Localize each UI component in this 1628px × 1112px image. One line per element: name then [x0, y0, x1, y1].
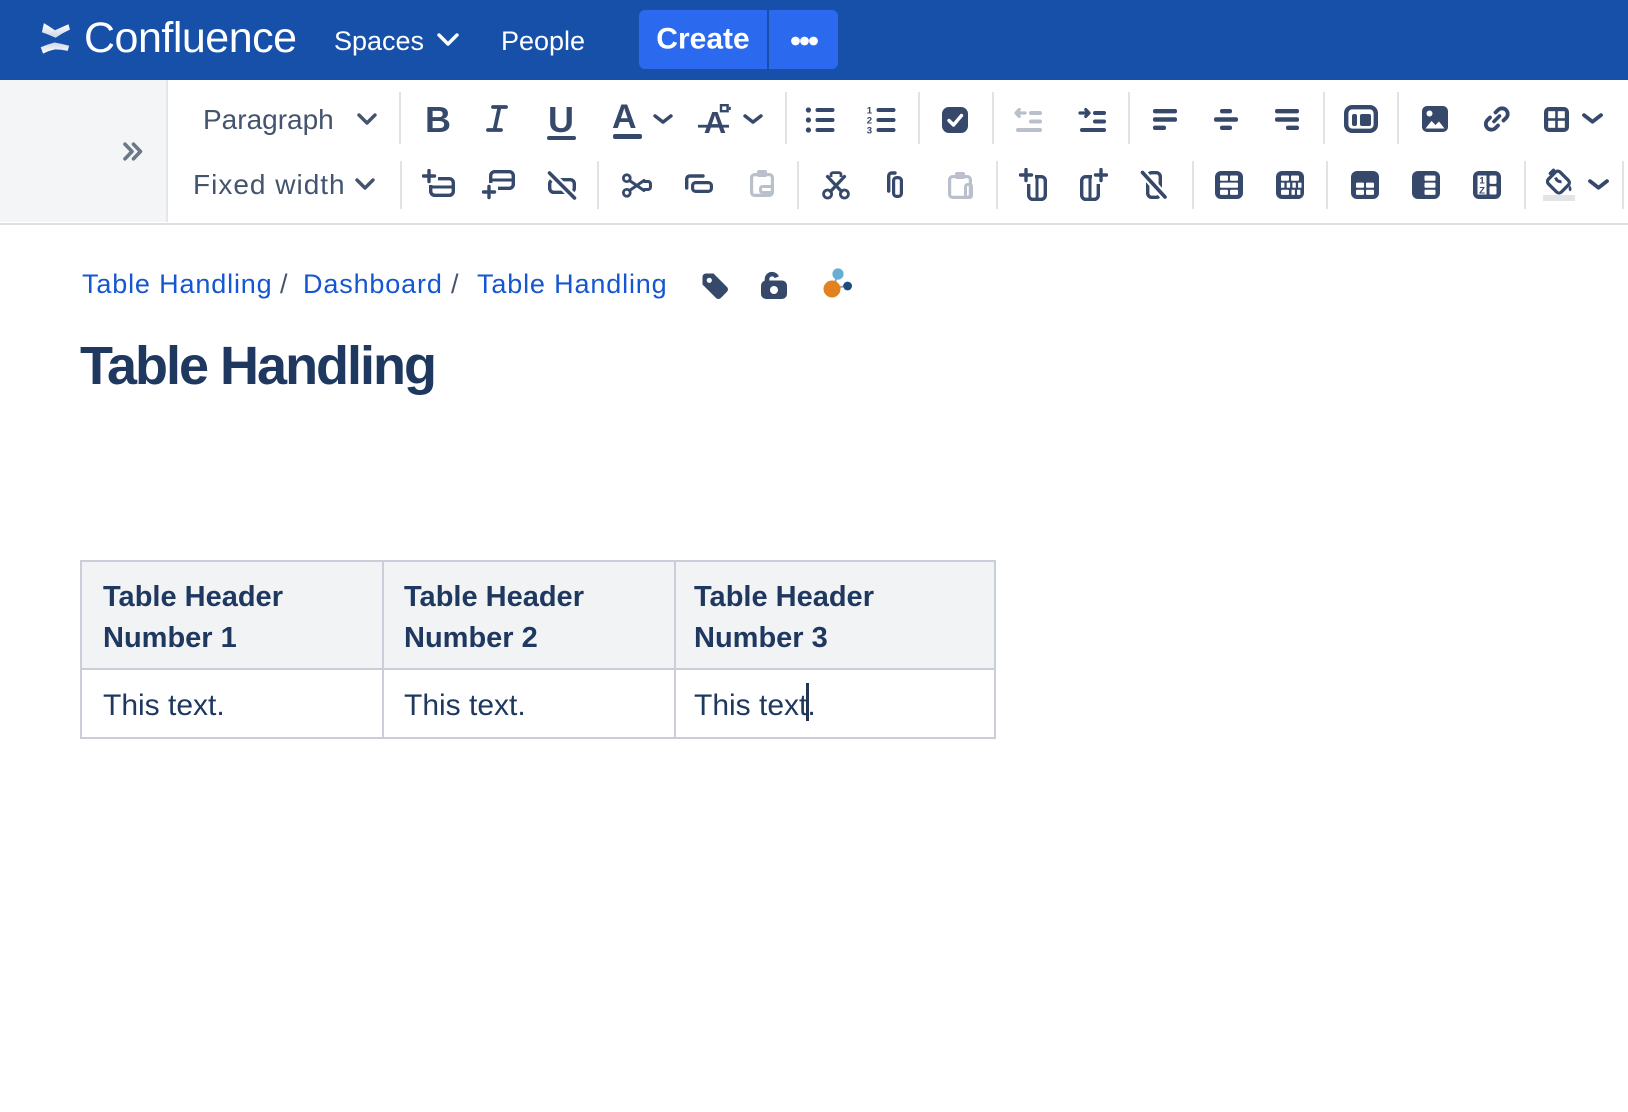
svg-text:3: 3	[867, 125, 872, 136]
svg-text:Z: Z	[1479, 185, 1485, 196]
